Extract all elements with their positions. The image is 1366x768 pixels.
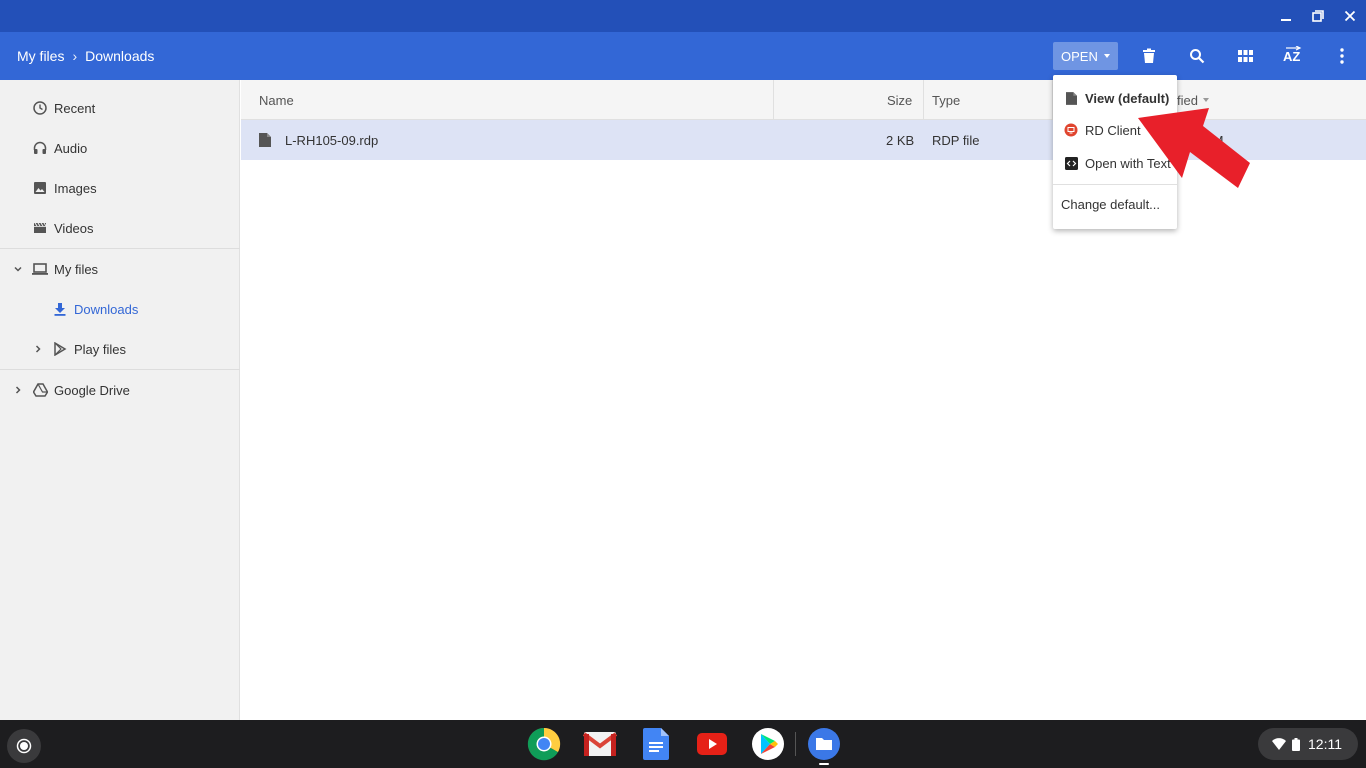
file-type: RDP file	[932, 132, 980, 148]
restore-icon	[1312, 10, 1324, 22]
minimize-icon	[1281, 19, 1291, 21]
rd-client-icon	[1064, 123, 1078, 137]
menu-item-change-default[interactable]: Change default...	[1053, 188, 1177, 220]
window-titlebar	[0, 0, 1366, 32]
minimize-button[interactable]	[1270, 0, 1302, 32]
download-icon	[52, 301, 68, 317]
chevron-right-icon	[35, 345, 41, 353]
docs-app[interactable]	[639, 727, 673, 761]
shelf: 12:11	[0, 720, 1366, 768]
menu-item-label: Change default...	[1061, 196, 1161, 212]
search-icon	[1190, 49, 1205, 64]
sidebar-item-google-drive[interactable]: Google Drive	[32, 370, 130, 410]
open-button[interactable]: OPEN	[1053, 42, 1118, 70]
sidebar-item-label: Google Drive	[54, 382, 130, 398]
chevron-right-icon	[15, 386, 21, 394]
youtube-app[interactable]	[695, 727, 729, 761]
sidebar-item-label: Play files	[74, 341, 127, 357]
gmail-icon	[583, 732, 617, 756]
grid-view-button[interactable]	[1221, 32, 1269, 80]
sidebar-item-label: Videos	[54, 220, 94, 236]
file-size: 2 KB	[886, 132, 915, 148]
wifi-icon	[1272, 738, 1286, 750]
more-options-button[interactable]	[1318, 32, 1366, 80]
file-icon	[1064, 91, 1078, 105]
sidebar-item-play-files[interactable]: Play files	[52, 329, 126, 369]
headphones-icon	[32, 140, 48, 156]
sidebar-item-label: My files	[54, 261, 99, 277]
play-store-app[interactable]	[751, 727, 785, 761]
status-area[interactable]: 12:11	[1258, 728, 1358, 760]
dropdown-caret-icon	[1104, 54, 1110, 58]
video-icon	[32, 220, 48, 236]
file-name: L-RH105-09.rdp	[285, 132, 379, 148]
sidebar-item-images[interactable]: Images	[32, 168, 97, 208]
breadcrumb-my-files[interactable]: My files	[17, 48, 64, 64]
more-vert-icon	[1340, 48, 1344, 64]
sidebar-item-label: Audio	[54, 140, 88, 156]
files-icon	[808, 728, 840, 760]
youtube-icon	[697, 733, 727, 755]
column-separator[interactable]	[773, 80, 774, 120]
file-icon	[259, 120, 271, 160]
sort-button[interactable]: AZ	[1269, 32, 1317, 80]
sidebar-item-audio[interactable]: Audio	[32, 128, 87, 168]
breadcrumb: My files › Downloads	[17, 32, 154, 80]
search-button[interactable]	[1173, 32, 1221, 80]
sidebar-item-my-files[interactable]: My files	[32, 249, 98, 289]
column-header-modified-label: fied	[1177, 92, 1198, 108]
column-header-size[interactable]: Size	[887, 80, 912, 120]
laptop-icon	[32, 261, 48, 277]
clock-time: 12:11	[1308, 736, 1342, 752]
column-header-name[interactable]: Name	[259, 80, 294, 120]
sort-caret-icon	[1202, 98, 1209, 102]
close-button[interactable]	[1334, 0, 1366, 32]
gmail-app[interactable]	[583, 727, 617, 761]
google-drive-icon	[32, 382, 48, 398]
chevron-down-icon	[14, 266, 22, 272]
google-drive-expand-button[interactable]	[12, 384, 24, 396]
battery-icon	[1292, 737, 1300, 751]
docs-icon	[643, 728, 669, 760]
sidebar-item-label: Recent	[54, 100, 96, 116]
my-files-expand-button[interactable]	[12, 263, 24, 275]
sidebar-item-videos[interactable]: Videos	[32, 208, 94, 248]
image-icon	[32, 180, 48, 196]
column-separator[interactable]	[923, 80, 924, 120]
breadcrumb-chevron-icon: ›	[72, 48, 78, 64]
restore-button[interactable]	[1302, 0, 1334, 32]
toolbar: My files › Downloads OPEN AZ	[0, 32, 1366, 80]
menu-item-label: View (default)	[1085, 90, 1170, 106]
chrome-icon	[527, 727, 561, 761]
clock-icon	[32, 100, 48, 116]
grid-view-icon	[1237, 50, 1253, 62]
column-header-type[interactable]: Type	[932, 80, 960, 120]
sidebar-item-label: Downloads	[74, 301, 139, 317]
sidebar-item-recent[interactable]: Recent	[32, 88, 95, 128]
delete-button[interactable]	[1125, 32, 1173, 80]
trash-icon	[1143, 48, 1155, 63]
menu-item-label: RD Client	[1085, 122, 1141, 138]
play-store-icon	[52, 341, 68, 357]
shelf-divider	[795, 732, 796, 756]
chrome-app[interactable]	[527, 727, 561, 761]
play-files-expand-button[interactable]	[32, 343, 44, 355]
sidebar-item-label: Images	[54, 180, 97, 196]
breadcrumb-downloads[interactable]: Downloads	[85, 48, 154, 64]
text-app-icon	[1064, 156, 1078, 170]
sidebar: Recent Audio Images Videos My files Down…	[0, 80, 240, 720]
active-app-indicator	[819, 763, 829, 765]
files-app[interactable]	[807, 727, 841, 761]
annotation-arrow	[1138, 108, 1250, 188]
open-button-label: OPEN	[1061, 48, 1098, 64]
launcher-button[interactable]	[7, 729, 41, 763]
play-store-icon	[752, 728, 784, 760]
sidebar-item-downloads[interactable]: Downloads	[52, 289, 138, 329]
sort-az-icon: AZ	[1283, 46, 1302, 64]
launcher-circle-icon	[16, 738, 32, 754]
close-icon	[1344, 10, 1356, 22]
svg-text:AZ: AZ	[1283, 49, 1300, 64]
